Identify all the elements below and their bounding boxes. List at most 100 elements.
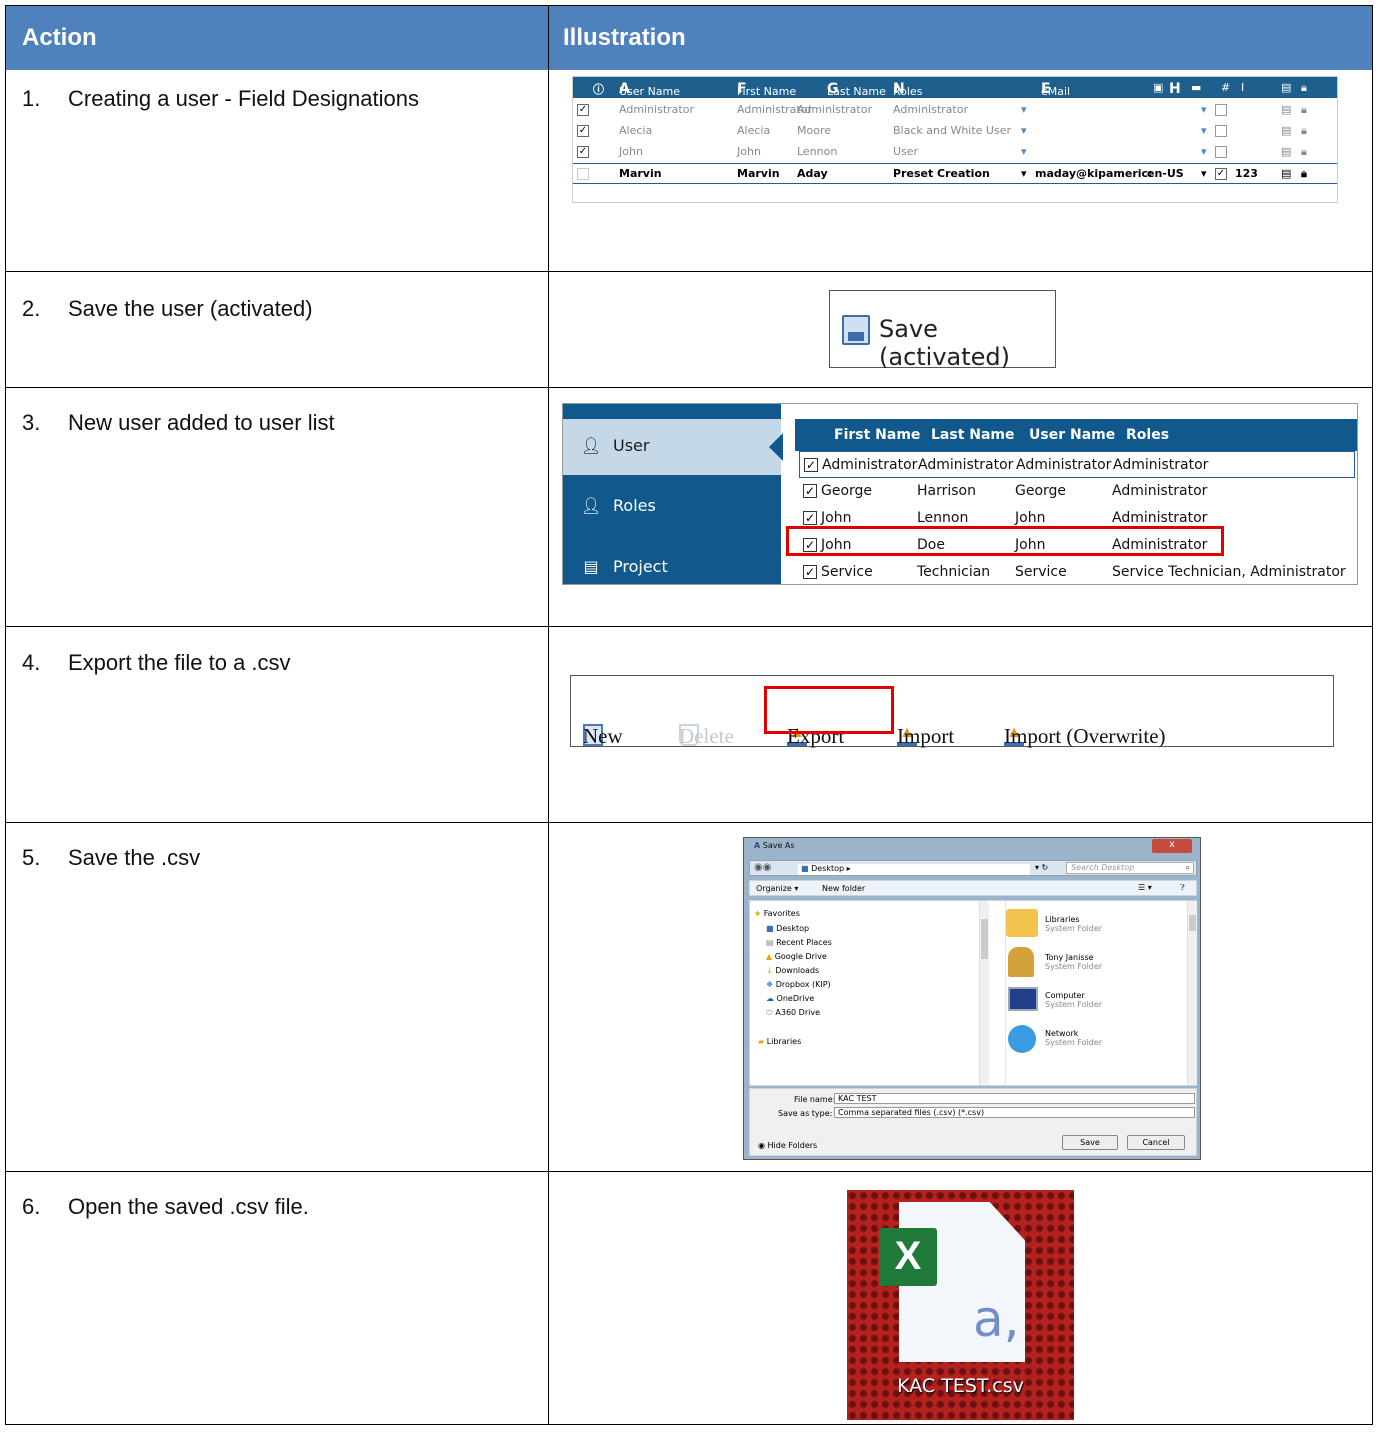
language-icon: ▣ [1153, 81, 1164, 94]
table-row[interactable]: ✓ Service Technician Service Service Techni… [799, 559, 1355, 586]
table-row[interactable]: ✓ Administrator Administrator Administrato… [799, 451, 1355, 478]
scrollbar[interactable] [979, 901, 989, 1085]
close-button[interactable]: x [1152, 839, 1192, 853]
location-box[interactable]: ■ Desktop ▸ [798, 864, 1030, 875]
chevron-down-icon: ▾ [1201, 145, 1207, 158]
save-form: File name: KAC TEST Save as type: Comma … [749, 1088, 1197, 1156]
printer-icon: ▤ [1281, 167, 1292, 180]
row-checkbox[interactable] [577, 168, 589, 180]
help-icon: ❓︎ [1180, 883, 1185, 892]
step-2: 2. Save the user (activated) [22, 296, 313, 321]
row-divider [6, 387, 1372, 388]
table-row[interactable]: ✓ George Harrison George Administrator [799, 478, 1355, 505]
row-divider [6, 271, 1372, 272]
row-checkbox: ✓ [803, 565, 817, 579]
nav-item[interactable]: ▲ Google Drive [766, 952, 827, 961]
printer-icon: ▤ [1281, 81, 1292, 94]
table-row[interactable]: ✓ Administrator Administrator Administra… [573, 100, 1337, 121]
person-icon: 👤︎ [581, 496, 602, 515]
lock-icon: 🔒︎ [1301, 145, 1307, 158]
chevron-up-icon: ◉ [758, 1141, 765, 1150]
csv-file-icon[interactable]: X a, KAC TEST.csv [847, 1190, 1074, 1420]
table-row[interactable]: ✓ Alecia Alecia Moore Black and White Us… [573, 121, 1337, 142]
new-folder-button[interactable]: New folder [822, 884, 865, 893]
header-action: Action [22, 24, 97, 51]
sidebar-item-roles[interactable]: 👤︎ Roles [581, 496, 656, 515]
row-checkbox[interactable]: ✓ [577, 146, 589, 158]
command-bar: Organize ▾ New folder ☰ ▾ ❓︎ [749, 880, 1197, 896]
user-toolbar: New Delete ▲ Export ▲ Import ▲ Import (Over… [570, 675, 1334, 748]
hide-folders-button[interactable]: ◉ Hide Folders [758, 1141, 817, 1150]
computer-icon [1008, 987, 1038, 1011]
search-input[interactable]: Search Desktop ⌕ [1066, 862, 1194, 874]
table-row-selected[interactable]: Marvin Marvin Aday Preset Creation ▾ mad… [573, 163, 1337, 184]
list-item[interactable]: Computer System Folder [1045, 991, 1102, 1009]
nav-item[interactable]: ❖ Dropbox (KIP) [766, 980, 831, 989]
chevron-down-icon: ▾ [1021, 145, 1027, 158]
excel-icon: X [879, 1228, 937, 1286]
row-checkbox: ✓ [804, 458, 818, 472]
printer-icon: ▤ [1281, 103, 1292, 116]
file-name-label: KAC TEST.csv [897, 1375, 1024, 1397]
table-header: Action Illustration [6, 6, 1372, 70]
pin-icon: # [1221, 81, 1231, 94]
printer-icon: ▤ [1281, 145, 1292, 158]
nav-item[interactable]: ■ Desktop [766, 924, 809, 933]
printer-icon: ▤ [1281, 124, 1292, 137]
refresh-icon: ▾ ↻ [1035, 863, 1049, 872]
nav-item[interactable]: ☁ OneDrive [766, 994, 814, 1003]
list-item[interactable]: Network System Folder [1045, 1029, 1102, 1047]
row-divider [6, 822, 1372, 823]
person-icon: 👤︎ [581, 436, 602, 455]
card-checkbox[interactable] [1215, 125, 1227, 137]
list-item[interactable]: Tony Janisse System Folder [1045, 953, 1102, 971]
desktop-icon: ■ [801, 864, 809, 873]
chevron-down-icon: ▾ [1021, 167, 1027, 180]
lock-icon: 🔒︎ [1301, 124, 1307, 137]
sidebar-item-project[interactable]: ▤ Project [581, 557, 667, 576]
save-button[interactable]: Save [1062, 1135, 1118, 1150]
table-row[interactable]: ✓ John John Lennon User ▾ ▾ ▤ 🔒︎ [573, 142, 1337, 163]
row-checkbox: ✓ [803, 484, 817, 498]
back-forward-icon: ◉◉ [754, 862, 772, 873]
card-checkbox[interactable] [1215, 104, 1227, 116]
folder-icon [1006, 909, 1038, 937]
save-activated-button[interactable]: Save (activated) [829, 290, 1056, 371]
network-icon [1008, 1025, 1036, 1053]
row-checkbox[interactable]: ✓ [577, 125, 589, 137]
user-folder-icon [1008, 947, 1034, 977]
user-field-grid: ⓘ User Name A First Name F Last Name G R… [572, 76, 1338, 203]
nav-item[interactable]: ⬭ A360 Drive [766, 1008, 820, 1018]
sidebar-item-user[interactable]: 👤︎ User [581, 436, 649, 455]
search-icon: ⌕ [1185, 863, 1190, 872]
card-checkbox[interactable]: ✓ [1215, 168, 1227, 180]
card-checkbox[interactable] [1215, 146, 1227, 158]
row-divider [6, 626, 1372, 627]
floppy-disk-icon [842, 315, 870, 345]
cancel-button[interactable]: Cancel [1127, 1135, 1185, 1150]
card-icon: ▬ [1191, 81, 1202, 94]
chevron-down-icon: ▾ [1201, 124, 1207, 137]
save-as-dialog: A Save As x ◉◉ ■ Desktop ▸ ▾ ↻ Search De… [743, 837, 1201, 1160]
grid-header: ⓘ User Name A First Name F Last Name G R… [573, 77, 1337, 98]
list-item[interactable]: Libraries System Folder [1045, 915, 1102, 933]
step-1: 1. Creating a user - Field Designations [22, 86, 419, 111]
step-6: 6. Open the saved .csv file. [22, 1194, 309, 1219]
lock-icon: 🔒︎ [1301, 81, 1307, 94]
row-checkbox[interactable]: ✓ [577, 104, 589, 116]
chevron-down-icon: ▾ [1201, 103, 1207, 116]
file-name-input[interactable]: KAC TEST [834, 1093, 1195, 1104]
scrollbar[interactable] [1187, 901, 1197, 1085]
nav-item[interactable]: ↓ Downloads [766, 966, 819, 975]
step-5: 5. Save the .csv [22, 845, 201, 870]
header-illustration: Illustration [563, 24, 686, 51]
nav-item[interactable]: ▰ Libraries [758, 1037, 801, 1046]
nav-item[interactable]: ▤ Recent Places [766, 938, 832, 947]
user-list-header: First Name Last Name User Name Roles [795, 419, 1357, 451]
file-type-select[interactable]: Comma separated files (.csv) (*.csv) [834, 1107, 1195, 1118]
star-icon: ★ [754, 909, 762, 918]
dialog-title: A Save As [754, 841, 795, 850]
column-divider [548, 6, 549, 1424]
step-4: 4. Export the file to a .csv [22, 650, 291, 675]
organize-menu[interactable]: Organize ▾ [756, 884, 798, 893]
